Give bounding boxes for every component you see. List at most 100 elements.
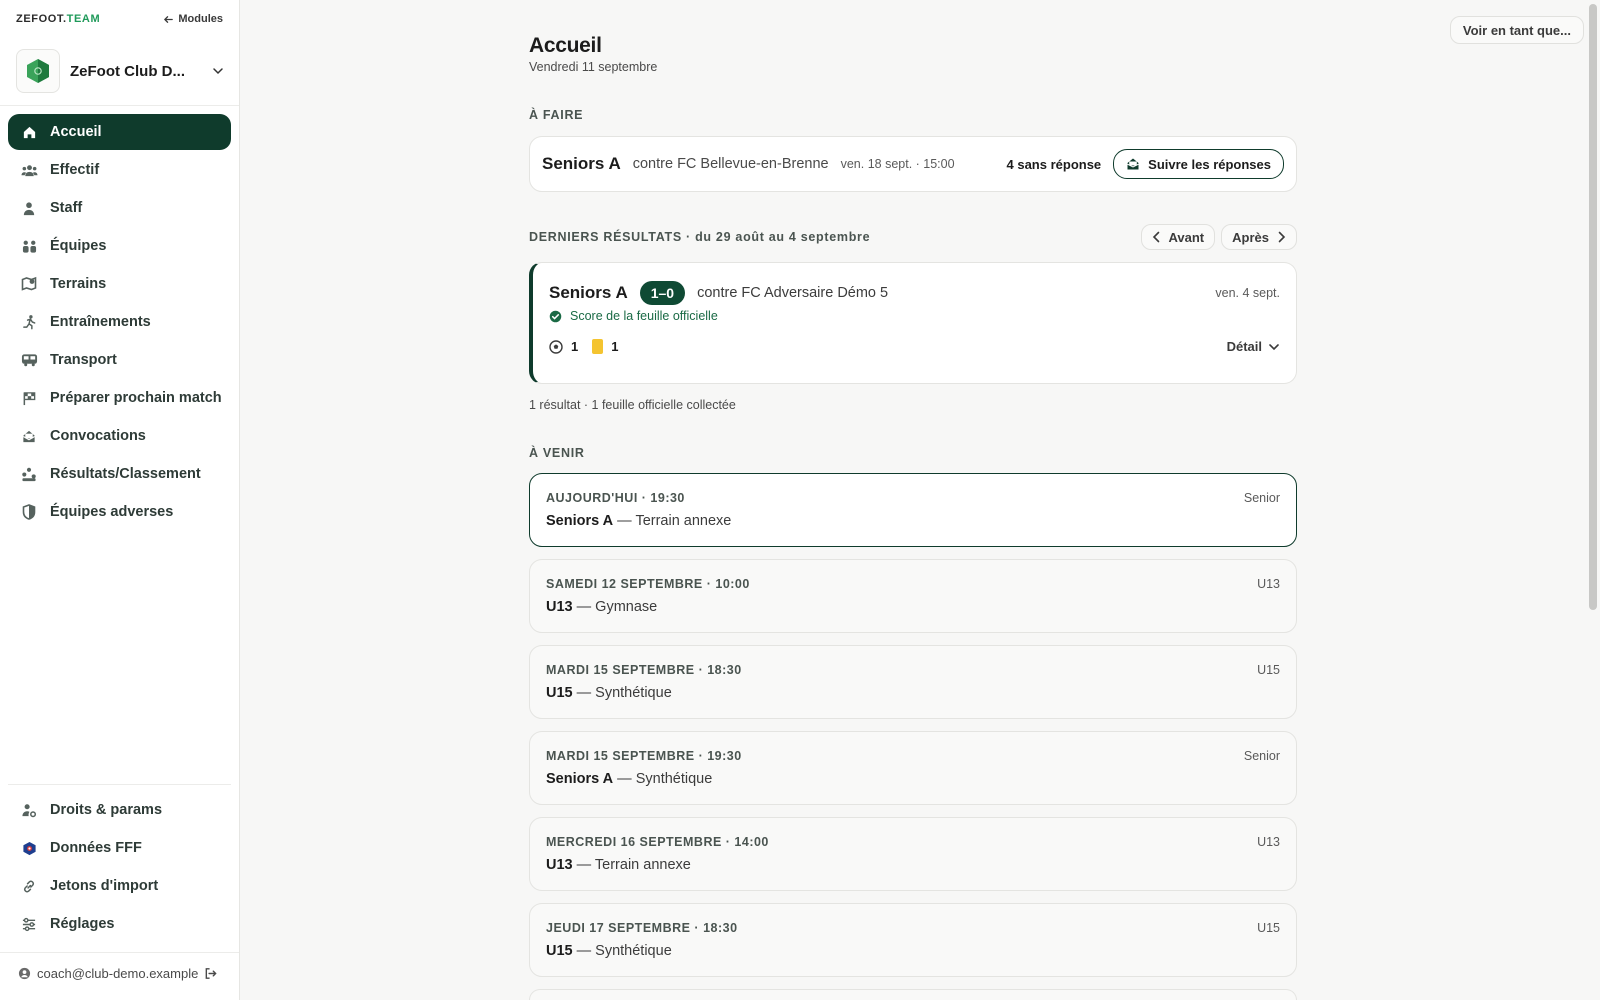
follow-responses-button[interactable]: Suivre les réponses [1113, 149, 1284, 179]
result-card: Seniors A 1–0 contre FC Adversaire Démo … [529, 262, 1297, 384]
nav-item-terrains[interactable]: Terrains [8, 266, 231, 302]
follow-label: Suivre les réponses [1148, 156, 1271, 172]
event-category: U15 [1257, 663, 1280, 677]
nav-label: Préparer prochain match [50, 390, 222, 406]
flag-icon [20, 389, 38, 407]
event-card[interactable]: MARDI 15 SEPTEMBRE · 18:30 U15 U15 — Syn… [529, 645, 1297, 719]
sidebar-divider [0, 105, 239, 106]
result-opponent: contre FC Adversaire Démo 5 [697, 285, 889, 301]
check-circle-icon [549, 310, 562, 322]
todo-team: Seniors A [542, 154, 621, 173]
link-icon [20, 877, 38, 895]
nav-item-equipes-adverses[interactable]: Équipes adverses [8, 494, 231, 530]
section-label-upcoming: À VENIR [529, 446, 585, 460]
nav-label: Terrains [50, 276, 107, 292]
event-category: U13 [1257, 835, 1280, 849]
detail-label: Détail [1226, 339, 1262, 354]
nav-item-entrainements[interactable]: Entraînements [8, 304, 231, 340]
nav-item-equipes[interactable]: Équipes [8, 228, 231, 264]
nav-item-resultats-classement[interactable]: Résultats/Classement [8, 456, 231, 492]
event-title: U13 — Gymnase [546, 599, 657, 615]
event-title: U15 — Synthétique [546, 685, 672, 701]
nav-item-accueil[interactable]: Accueil [8, 114, 231, 150]
result-stats: 1 1 Détail [549, 339, 1280, 354]
event-team: U15 [546, 943, 573, 959]
event-place: — Gymnase [572, 599, 658, 615]
event-when: AUJOURD'HUI · 19:30 [546, 491, 685, 505]
event-card[interactable]: SAMEDI 12 SEPTEMBRE · 10:00 U13 U13 — Gy… [529, 559, 1297, 633]
chevron-right-icon [1278, 231, 1286, 243]
nav-item-staff[interactable]: Staff [8, 190, 231, 226]
users-icon [20, 161, 38, 179]
nav-item-donnees-fff[interactable]: Données FFF [8, 830, 231, 866]
event-when: MARDI 15 SEPTEMBRE · 18:30 [546, 663, 742, 677]
chevron-left-icon [1152, 231, 1159, 243]
club-logo [16, 49, 60, 93]
nav-label: Droits & params [50, 802, 163, 818]
event-team: U15 [546, 685, 573, 701]
person-icon [20, 199, 38, 217]
event-place: — Synthétique [572, 685, 672, 701]
club-badge-icon [27, 59, 49, 83]
event-card-partial[interactable] [529, 989, 1297, 1000]
todo-when: ven. 18 sept. · 15:00 [840, 157, 955, 171]
bus-icon [20, 351, 38, 369]
nav-item-transport[interactable]: Transport [8, 342, 231, 378]
next-button[interactable]: Après [1221, 224, 1297, 250]
fff-icon [20, 839, 38, 857]
see-as-button[interactable]: Voir en tant que... [1449, 16, 1584, 44]
sidebar-divider [8, 784, 231, 785]
event-title: U15 — Synthétique [546, 943, 672, 959]
nav-item-effectif[interactable]: Effectif [8, 152, 231, 188]
event-card[interactable]: AUJOURD'HUI · 19:30 Senior Seniors A — T… [529, 473, 1297, 547]
event-when: MARDI 15 SEPTEMBRE · 19:30 [546, 749, 742, 763]
logout-icon[interactable] [204, 967, 217, 980]
user-account: coach@club-demo.example [18, 966, 223, 981]
inbox-icon [1127, 158, 1139, 170]
nav-item-reglages[interactable]: Réglages [8, 906, 231, 942]
modules-link[interactable]: Modules [163, 13, 223, 25]
running-icon [20, 313, 38, 331]
club-switcher[interactable]: ZeFoot Club D... [16, 48, 227, 94]
event-team: U13 [546, 857, 573, 873]
chevron-down-icon [1269, 343, 1279, 350]
goals-count: 1 [571, 339, 579, 354]
chevron-down-icon[interactable] [209, 62, 227, 80]
event-place: — Terrain annexe [572, 857, 691, 873]
scrollbar[interactable] [1589, 4, 1597, 610]
event-team: Seniors A [546, 771, 614, 787]
map-pin-icon [20, 275, 38, 293]
todo-opponent: contre FC Bellevue-en-Brenne [632, 156, 829, 172]
prev-label: Avant [1168, 229, 1205, 245]
modules-label: Modules [178, 13, 223, 25]
nav-label: Effectif [50, 162, 100, 178]
event-card[interactable]: MARDI 15 SEPTEMBRE · 19:30 Senior Senior… [529, 731, 1297, 805]
nav-label: Entraînements [50, 314, 151, 330]
goals-stat: 1 [549, 339, 578, 354]
brand-logo[interactable]: ZEFOOT.TEAM [16, 13, 100, 25]
nav-item-preparer-match[interactable]: Préparer prochain match [8, 380, 231, 416]
event-category: Senior [1243, 491, 1280, 505]
result-date: ven. 4 sept. [1215, 286, 1280, 300]
event-category: U13 [1257, 577, 1280, 591]
prev-button[interactable]: Avant [1140, 224, 1216, 250]
brand-row: ZEFOOT.TEAM Modules [16, 12, 223, 26]
next-label: Après [1232, 229, 1269, 245]
nav-label: Résultats/Classement [50, 466, 201, 482]
detail-toggle[interactable]: Détail [1227, 339, 1280, 354]
user-circle-icon [18, 967, 31, 980]
nav-item-jetons-import[interactable]: Jetons d'import [8, 868, 231, 904]
event-card[interactable]: MERCREDI 16 SEPTEMBRE · 14:00 U13 U13 — … [529, 817, 1297, 891]
soccer-ball-icon [549, 339, 563, 354]
brand-text-team: TEAM [66, 13, 101, 25]
event-card[interactable]: JEUDI 17 SEPTEMBRE · 18:30 U15 U15 — Syn… [529, 903, 1297, 977]
event-when: JEUDI 17 SEPTEMBRE · 18:30 [546, 921, 738, 935]
nav-label: Accueil [50, 124, 102, 140]
event-category: Senior [1243, 749, 1280, 763]
section-label-todo: À FAIRE [529, 108, 584, 122]
pending-count: 4 sans réponse [1006, 156, 1102, 172]
sidebar-divider [0, 952, 239, 953]
event-team: U13 [546, 599, 573, 615]
nav-item-droits-params[interactable]: Droits & params [8, 792, 231, 828]
nav-item-convocations[interactable]: Convocations [8, 418, 231, 454]
